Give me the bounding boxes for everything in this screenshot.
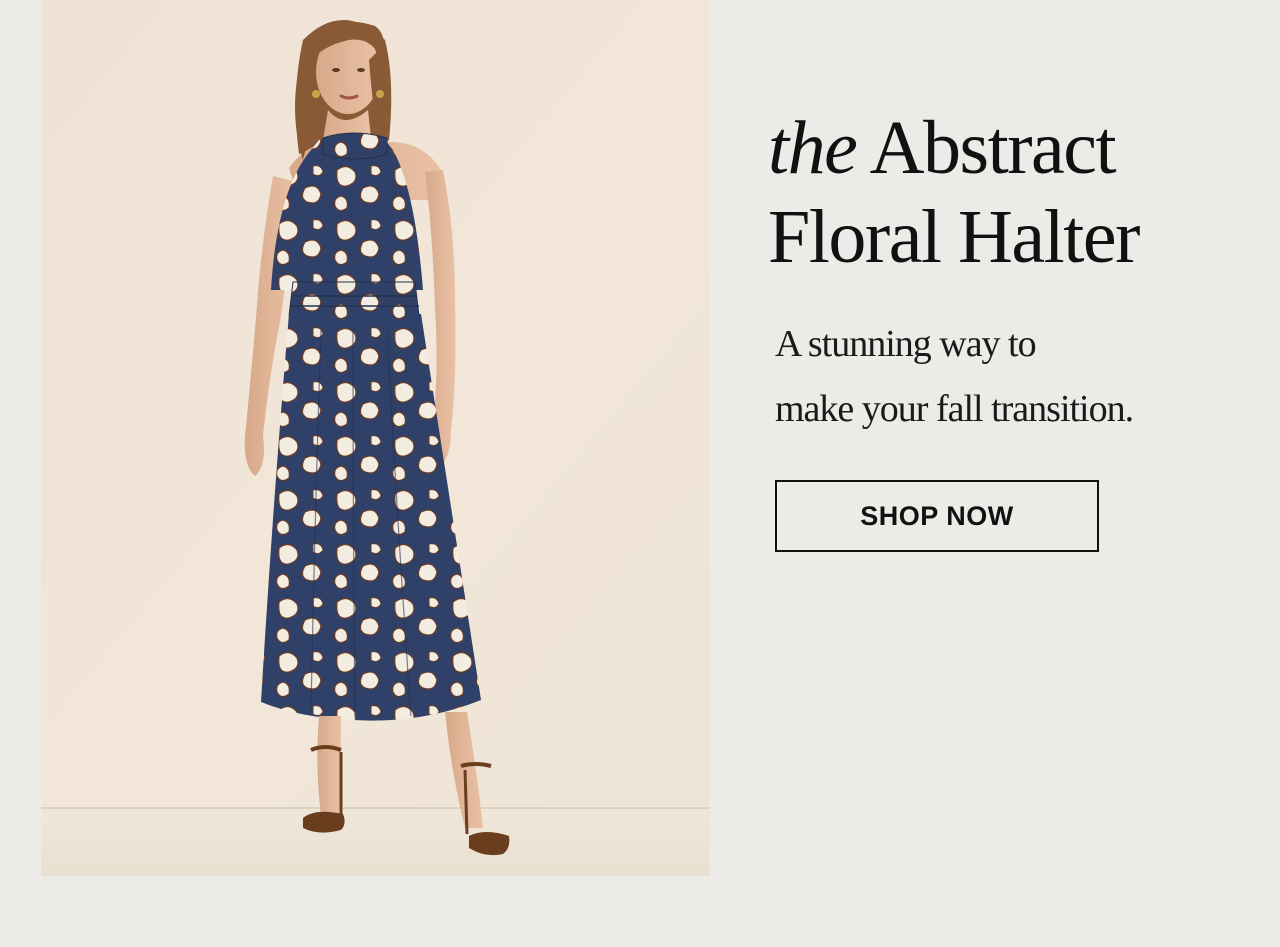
headline-italic-word: the (768, 106, 858, 190)
headline-word: Abstract (869, 106, 1117, 190)
headline-line-2: Floral Halter (768, 195, 1140, 279)
hero-subcopy: A stunning way to make your fall transit… (775, 312, 1134, 442)
shop-now-button[interactable]: SHOP NOW (775, 480, 1099, 552)
subcopy-line-2: make your fall transition. (775, 388, 1134, 430)
hero-headline: the Abstract Floral Halter (768, 104, 1140, 282)
hero-product-photo[interactable] (41, 0, 710, 876)
subcopy-line-1: A stunning way to (775, 323, 1037, 365)
model-in-floral-halter-dress-illustration (41, 0, 710, 876)
